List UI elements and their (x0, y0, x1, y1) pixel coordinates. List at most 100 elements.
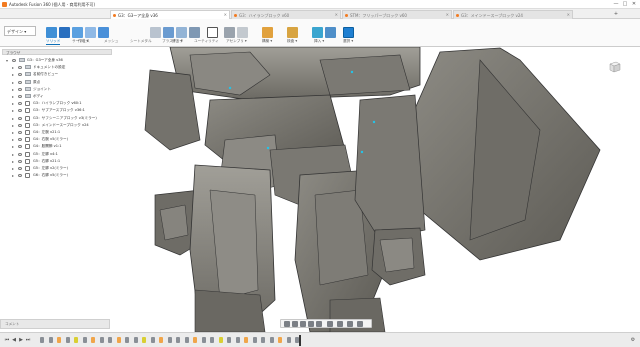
create-sketch-icon[interactable] (59, 27, 70, 38)
visibility-eye-icon[interactable] (18, 123, 22, 127)
insert-derive-icon[interactable] (312, 27, 323, 38)
browser-node[interactable]: ▸ G5：左脚 v2(ミラー) (2, 165, 112, 172)
visibility-eye-icon[interactable] (18, 102, 22, 106)
tab-solid[interactable]: ソリッド (46, 39, 61, 45)
browser-node[interactable]: ▸ G6：右脚 v5(ミラー) (2, 172, 112, 179)
timeline-feature[interactable] (184, 337, 189, 343)
timeline-feature[interactable] (133, 337, 138, 343)
visibility-eye-icon[interactable] (18, 145, 22, 149)
expand-arrow-icon[interactable]: ▾ (6, 58, 8, 63)
viewports-icon[interactable] (347, 321, 353, 327)
comments-panel[interactable]: コメント (0, 319, 110, 329)
timeline-feature[interactable] (108, 337, 112, 343)
visibility-eye-icon[interactable] (18, 167, 22, 170)
visibility-eye-icon[interactable] (18, 109, 22, 113)
browser-node[interactable]: ▸ ドキュメントの設定 (2, 64, 112, 71)
grid-settings-icon[interactable] (337, 321, 343, 327)
tab-utility[interactable]: ユーティリティ (194, 39, 219, 44)
timeline-feature[interactable] (159, 337, 163, 343)
add-tab-icon[interactable]: + (612, 11, 620, 17)
timeline-feature[interactable] (116, 337, 121, 343)
timeline-end-icon[interactable]: ⏭ (25, 337, 31, 343)
browser-node[interactable]: ▸ ボディ (2, 93, 112, 100)
visibility-eye-icon[interactable] (12, 59, 16, 62)
close-tab-icon[interactable]: ✕ (335, 12, 338, 17)
doc-tab-g3-zenshin[interactable]: G3：G3ーア全身 v36 ✕ (110, 10, 230, 19)
hole-icon[interactable] (98, 27, 109, 38)
timeline-feature[interactable] (167, 337, 172, 343)
timeline-feature[interactable] (261, 337, 265, 343)
group-create[interactable]: 作成 ▾ (78, 39, 88, 44)
expand-arrow-icon[interactable]: ▸ (12, 108, 14, 113)
doc-tab-flipper-block[interactable]: STM：フリッパーブロック v60 ✕ (342, 10, 452, 19)
timeline-feature[interactable] (193, 337, 197, 343)
timeline-feature[interactable] (57, 337, 61, 343)
close-tab-icon[interactable]: ✕ (446, 12, 449, 17)
timeline-feature[interactable] (48, 337, 53, 343)
expand-arrow-icon[interactable]: ▸ (12, 87, 14, 92)
timeline-feature[interactable] (227, 337, 231, 343)
browser-node[interactable]: ▸ 名前付きビュー (2, 71, 112, 78)
chamfer-icon[interactable] (176, 27, 187, 38)
browser-node[interactable]: ▸ 原点 (2, 79, 112, 86)
orbit-icon[interactable] (284, 321, 290, 327)
group-modify[interactable]: 修正 ▾ (172, 39, 182, 44)
timeline-feature[interactable] (278, 337, 282, 343)
visibility-eye-icon[interactable] (18, 159, 22, 163)
browser-header[interactable]: ブラウザ (2, 49, 112, 55)
doc-tab-main-dose-block[interactable]: G3：メインドースーブロック v24 ✕ (453, 10, 573, 19)
browser-node[interactable]: ▸ G5：右脚 v21:1 (2, 158, 112, 165)
timeline-feature[interactable] (150, 337, 155, 343)
browser-node[interactable]: ▸ G3：メインドースーブロック v24 (2, 122, 112, 129)
close-tab-icon[interactable]: ✕ (567, 12, 570, 17)
visibility-eye-icon[interactable] (18, 73, 22, 77)
new-component-icon[interactable] (46, 27, 57, 38)
timeline-feature[interactable] (201, 337, 206, 343)
move-icon[interactable] (207, 27, 218, 38)
look-at-icon[interactable] (292, 321, 298, 327)
joint-icon[interactable] (237, 27, 248, 38)
visibility-eye-icon[interactable] (18, 174, 22, 178)
minimize-button[interactable]: — (612, 1, 620, 7)
expand-arrow-icon[interactable]: ▸ (12, 173, 14, 178)
visibility-eye-icon[interactable] (18, 116, 22, 120)
timeline-start-icon[interactable]: ⏮ (4, 337, 10, 343)
timeline-feature[interactable] (235, 337, 240, 343)
expand-arrow-icon[interactable]: ▸ (12, 152, 14, 157)
expand-arrow-icon[interactable]: ▸ (12, 130, 14, 135)
tab-sheetmetal[interactable]: シートメタル (130, 39, 152, 44)
zoom-icon[interactable] (308, 321, 314, 327)
timeline-play-icon[interactable]: ▶ (18, 337, 24, 343)
browser-node[interactable]: ▸ ジョイント (2, 86, 112, 93)
timeline-feature[interactable] (40, 337, 44, 343)
expand-arrow-icon[interactable]: ▸ (12, 65, 14, 70)
pan-icon[interactable] (300, 321, 306, 327)
timeline-feature[interactable] (99, 337, 104, 343)
select-icon[interactable] (343, 27, 354, 38)
group-inspect[interactable]: 検査 ▾ (287, 39, 297, 44)
timeline-feature[interactable] (286, 337, 291, 343)
revolve-icon[interactable] (85, 27, 96, 38)
browser-node[interactable]: ▸ G3：サフシーニアブロック v3(ミラー) (2, 115, 112, 122)
expand-arrow-icon[interactable]: ▸ (12, 144, 14, 149)
timeline-back-icon[interactable]: ◀ (11, 337, 17, 343)
group-select[interactable]: 選択 ▾ (343, 39, 353, 44)
expand-arrow-icon[interactable]: ▸ (12, 137, 14, 142)
group-insert[interactable]: 挿入 ▾ (314, 39, 324, 44)
group-construct[interactable]: 構築 ▾ (262, 39, 272, 44)
visibility-eye-icon[interactable] (18, 66, 22, 70)
expand-arrow-icon[interactable]: ▸ (12, 159, 14, 164)
group-assemble[interactable]: アセンブリ ▾ (226, 39, 247, 44)
timeline-feature[interactable] (244, 337, 248, 343)
expand-arrow-icon[interactable]: ▸ (12, 94, 14, 99)
timeline-feature[interactable] (65, 337, 70, 343)
new-component-assemble-icon[interactable] (224, 27, 235, 38)
shell-icon[interactable] (189, 27, 200, 38)
timeline-feature[interactable] (125, 337, 129, 343)
fit-icon[interactable] (316, 321, 322, 327)
browser-node[interactable]: ▾ G3：G3ーア全身 v36 (2, 57, 112, 64)
timeline-feature[interactable] (142, 337, 146, 343)
visibility-eye-icon[interactable] (18, 138, 22, 142)
browser-node[interactable]: ▸ G3：サブアースブロック v36:1 (2, 107, 112, 114)
expand-arrow-icon[interactable]: ▸ (12, 166, 14, 171)
